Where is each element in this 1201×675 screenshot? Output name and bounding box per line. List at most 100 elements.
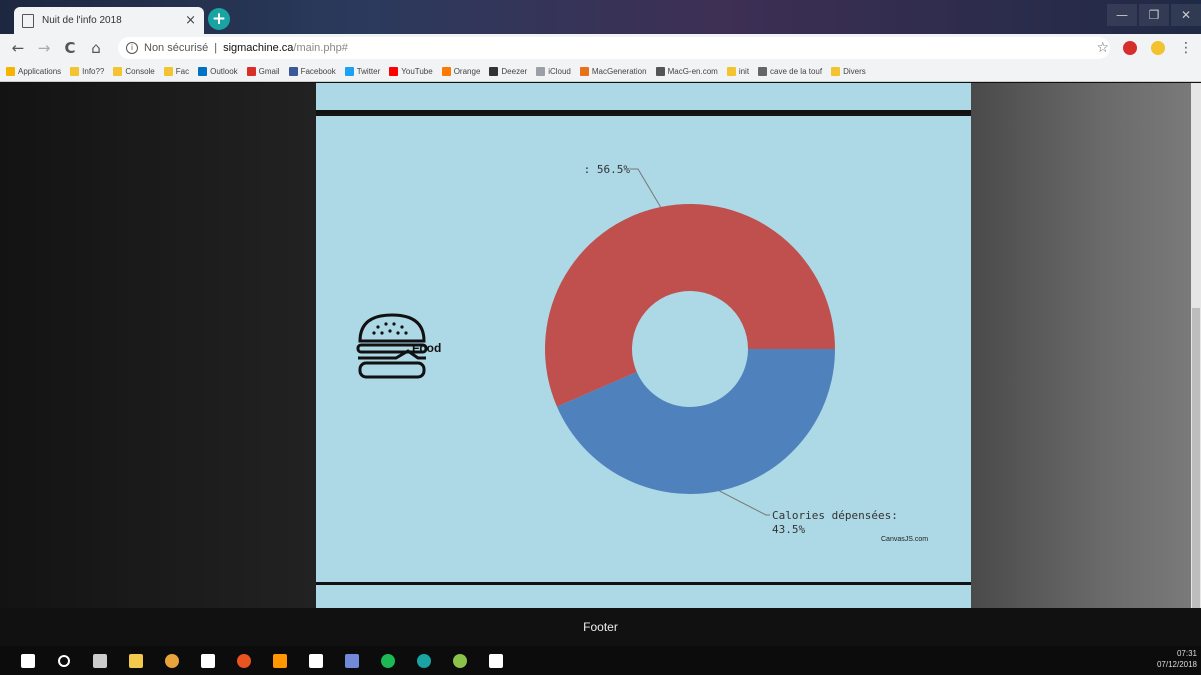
android-icon[interactable] xyxy=(452,653,468,669)
address-separator: | xyxy=(214,42,218,54)
clock-date: 07/12/2018 xyxy=(1156,660,1197,669)
slice-1-label: : 56.5% xyxy=(584,163,631,176)
maximize-button[interactable]: ❐ xyxy=(1139,4,1169,26)
bookmark-item[interactable]: Facebook xyxy=(288,67,336,76)
info-icon[interactable]: i xyxy=(126,42,138,54)
file-explorer-icon[interactable] xyxy=(128,653,144,669)
bookmark-label: Twitter xyxy=(356,67,381,76)
notes-icon[interactable] xyxy=(308,653,324,669)
chart-credit-link[interactable]: CanvasJS.com xyxy=(881,536,928,543)
spotify-icon[interactable] xyxy=(380,653,396,669)
forward-button[interactable]: → xyxy=(36,39,52,57)
url-host: sigmachine.ca xyxy=(223,42,294,54)
slices-group xyxy=(545,204,835,494)
bookmark-label: Info?? xyxy=(82,67,105,76)
bookmark-label: init xyxy=(738,67,750,76)
bookmark-item[interactable]: Info?? xyxy=(70,67,104,76)
bookmark-icon xyxy=(163,67,173,76)
scrollbar[interactable] xyxy=(1191,83,1201,643)
bookmark-item[interactable]: YouTube xyxy=(389,67,433,76)
menu-icon[interactable]: ⋮ xyxy=(1179,40,1193,56)
slice-2-leader-line xyxy=(719,490,770,516)
bookmark-icon xyxy=(344,67,354,76)
task-view-icon[interactable] xyxy=(92,653,108,669)
bookmark-item[interactable]: iCloud xyxy=(536,67,571,76)
bookmark-item[interactable]: Orange xyxy=(441,67,481,76)
scrollbar-thumb[interactable] xyxy=(1192,308,1200,623)
window-controls: — ❐ ✕ xyxy=(1107,4,1201,26)
ubuntu-icon[interactable] xyxy=(236,653,252,669)
bookmark-icon xyxy=(489,67,499,76)
bookmark-label: Console xyxy=(125,67,155,76)
close-window-button[interactable]: ✕ xyxy=(1171,4,1201,26)
vpn-icon[interactable] xyxy=(416,653,432,669)
bookmark-icon xyxy=(70,67,80,76)
bookmark-label: Deezer xyxy=(501,67,528,76)
previous-section xyxy=(316,83,971,113)
screen: Nuit de l'info 2018 × + — ❐ ✕ ← → C ⌂ i … xyxy=(0,0,1201,675)
bookmark-icon xyxy=(831,67,841,76)
bookmark-label: Outlook xyxy=(210,67,238,76)
bookmark-label: cave de la touf xyxy=(770,67,823,76)
windows-icon[interactable] xyxy=(20,653,36,669)
bookmark-icon xyxy=(389,67,399,76)
security-status: Non sécurisé xyxy=(144,42,209,54)
profile-icon[interactable] xyxy=(1151,41,1165,55)
bookmark-icon xyxy=(198,67,208,76)
clock-time: 07:31 xyxy=(1176,649,1197,658)
bookmark-item[interactable]: MacG-en.com xyxy=(655,67,718,76)
bookmark-icon xyxy=(441,67,451,76)
bookmark-label: MacG-en.com xyxy=(667,67,718,76)
bookmark-item[interactable]: Fac xyxy=(163,67,189,76)
browser-toolbar: ← → C ⌂ i Non sécurisé | sigmachine.ca /… xyxy=(0,34,1201,62)
browser-tab[interactable]: Nuit de l'info 2018 × xyxy=(14,7,204,34)
right-background xyxy=(971,83,1191,608)
bookmark-icon xyxy=(655,67,665,76)
extension-icon[interactable] xyxy=(1123,41,1137,55)
slice-2-label: Calories dépensées: xyxy=(772,509,898,522)
bookmark-icon xyxy=(6,67,15,76)
new-tab-button[interactable]: + xyxy=(208,8,230,30)
bookmark-item[interactable]: Deezer xyxy=(489,67,527,76)
bookmark-label: Divers xyxy=(843,67,866,76)
page-viewport: Food : 56.5% Calories dépensées: 43.5% C… xyxy=(0,83,1201,643)
bookmark-item[interactable]: Outlook xyxy=(198,67,238,76)
bookmark-item[interactable]: cave de la touf xyxy=(758,67,822,76)
close-tab-icon[interactable]: × xyxy=(185,13,196,28)
home-button[interactable]: ⌂ xyxy=(88,39,104,57)
discord-icon[interactable] xyxy=(344,653,360,669)
bookmark-label: Facebook xyxy=(300,67,336,76)
bookmark-icon xyxy=(536,67,546,76)
bookmark-item[interactable]: Gmail xyxy=(246,67,280,76)
reload-button[interactable]: C xyxy=(62,39,78,57)
bookmark-item[interactable]: Divers xyxy=(831,67,866,76)
back-button[interactable]: ← xyxy=(10,39,26,57)
minimize-button[interactable]: — xyxy=(1107,4,1137,26)
bookmark-icon xyxy=(113,67,123,76)
bookmark-icon xyxy=(579,67,589,76)
chrome-icon[interactable] xyxy=(164,653,180,669)
windows-taskbar xyxy=(0,646,1201,675)
bookmark-label: Gmail xyxy=(258,67,280,76)
taskbar-clock[interactable]: 07:31 07/12/2018 xyxy=(1157,648,1197,670)
bookmark-item[interactable]: Console xyxy=(113,67,155,76)
bookmark-item[interactable]: Applications xyxy=(6,67,61,76)
bookmark-label: YouTube xyxy=(401,67,433,76)
bookmark-label: Orange xyxy=(453,67,481,76)
mail-icon[interactable] xyxy=(200,653,216,669)
bookmark-star-icon[interactable]: ☆ xyxy=(1096,40,1109,56)
address-bar[interactable]: i Non sécurisé | sigmachine.ca /main.php… xyxy=(118,37,1110,59)
bookmark-icon xyxy=(246,67,256,76)
bookmarks-bar: Applications Info?? Console Fac Outlook Gmail… xyxy=(0,62,1201,82)
settings-icon[interactable] xyxy=(488,653,504,669)
doughnut-chart: : 56.5% Calories dépensées: 43.5% xyxy=(545,163,898,536)
bookmark-item[interactable]: Twitter xyxy=(344,67,381,76)
slice-1-leader-line xyxy=(630,168,662,208)
slice-2-value: 43.5% xyxy=(772,523,805,536)
bookmark-label: iCloud xyxy=(548,67,571,76)
bookmark-item[interactable]: init xyxy=(726,67,750,76)
url-path: /main.php# xyxy=(293,42,348,54)
sublime-icon[interactable] xyxy=(272,653,288,669)
cortana-icon[interactable] xyxy=(56,653,72,669)
bookmark-item[interactable]: MacGeneration xyxy=(579,67,647,76)
